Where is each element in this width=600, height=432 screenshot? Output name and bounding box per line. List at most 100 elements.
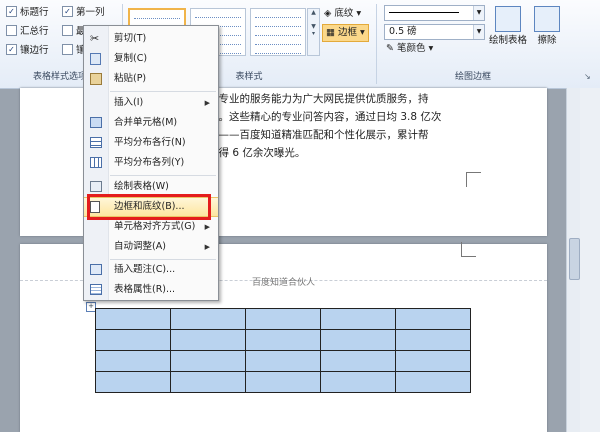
borders-icon: ▦ (326, 27, 335, 38)
table-cell[interactable] (245, 329, 321, 351)
checkbox-unchecked-icon (6, 25, 17, 36)
draw-borders-group-label: 绘图边框 (454, 72, 491, 82)
table-cell[interactable] (245, 350, 321, 372)
menu-item-label: 平均分布各行(N) (114, 137, 186, 148)
draw-table-label: 绘制表格 (488, 35, 527, 46)
menu-item-copy[interactable]: 复制(C) (84, 49, 218, 69)
menu-item-label: 插入题注(C)... (114, 264, 176, 275)
checkbox-checked-icon: ✓ (62, 6, 73, 17)
merge-cells-icon (90, 117, 102, 128)
menu-item-label: 平均分布各列(Y) (114, 157, 185, 168)
chevron-down-icon: ▼ (473, 25, 484, 39)
paste-icon (90, 73, 102, 85)
menu-item-distribute-rows[interactable]: 平均分布各行(N) (84, 133, 218, 153)
table-cell[interactable] (95, 350, 171, 372)
table-cell[interactable] (320, 329, 396, 351)
eraser-label: 擦除 (537, 35, 557, 46)
checkbox-checked-icon: ✓ (6, 44, 17, 55)
pen-weight-value: 0.5 磅 (389, 26, 417, 37)
paragraph-line: 容。这些精心的专业问答内容，通过日均 3.8 亿次 (208, 111, 442, 123)
checkbox-unchecked-icon (62, 25, 73, 36)
copy-icon (90, 53, 101, 65)
crop-mark (461, 242, 476, 257)
scrollbar-thumb[interactable] (569, 238, 580, 280)
submenu-arrow-icon: ▶ (204, 99, 210, 107)
table-cell[interactable] (95, 371, 171, 393)
banded-columns-checkbox[interactable]: 镶 (62, 44, 86, 58)
highlight-annotation-box (87, 194, 211, 220)
table-cell[interactable] (245, 371, 321, 393)
paragraph-line: 和专业的服务能力为广大网民提供优质服务，持 (208, 93, 429, 105)
first-column-checkbox[interactable]: ✓ 第一列 (62, 6, 105, 20)
borders-button[interactable]: ▦ 边框 ▾ (322, 24, 369, 42)
table-cell[interactable] (320, 350, 396, 372)
side-ruler (580, 88, 600, 432)
distribute-columns-icon (90, 157, 102, 168)
distribute-rows-icon (90, 137, 102, 148)
menu-item-insert[interactable]: 插入(I) ▶ (84, 93, 218, 113)
menu-item-label: 表格属性(R)... (114, 284, 176, 295)
banded-rows-checkbox[interactable]: ✓ 镶边行 (6, 44, 49, 58)
checkbox-label: 标题行 (20, 7, 49, 18)
pen-color-label: 笔颜色 (397, 43, 426, 54)
shading-label: 底纹 (334, 8, 354, 19)
menu-item-cell-alignment[interactable]: 单元格对齐方式(G) ▶ (84, 217, 218, 237)
vertical-scrollbar[interactable] (566, 88, 581, 432)
draw-table-icon (495, 6, 521, 32)
paint-bucket-icon: ◈ (324, 8, 332, 19)
table-style-thumbnail[interactable] (250, 8, 306, 56)
scissors-icon: ✂ (90, 32, 100, 45)
menu-item-distribute-columns[interactable]: 平均分布各列(Y) (84, 153, 218, 173)
table-properties-icon (90, 284, 102, 295)
table-cell[interactable] (170, 308, 246, 330)
menu-item-cut[interactable]: ✂ 剪切(T) (84, 29, 218, 49)
eraser-icon (534, 6, 560, 32)
menu-item-autofit[interactable]: 自动调整(A) ▶ (84, 237, 218, 257)
pen-color-icon: ✎ (386, 43, 394, 54)
table-cell[interactable] (395, 371, 471, 393)
menu-separator (110, 91, 216, 92)
shading-button[interactable]: ◈ 底纹 ▾ (324, 6, 361, 22)
menu-item-paste[interactable]: 粘贴(P) (84, 69, 218, 89)
menu-item-label: 复制(C) (114, 53, 148, 64)
menu-item-insert-caption[interactable]: 插入题注(C)... (84, 260, 218, 280)
menu-item-label: 剪切(T) (114, 33, 147, 44)
style-gallery-scroll[interactable]: ▲ ▼ ▾ (307, 8, 320, 56)
group-divider (376, 4, 377, 84)
menu-item-merge-cells[interactable]: 合并单元格(M) (84, 113, 218, 133)
context-menu: ✂ 剪切(T) 复制(C) 粘贴(P) 插入(I) ▶ 合并单元格(M) 平均分布各… (83, 25, 219, 301)
table-cell[interactable] (95, 308, 171, 330)
table-cell[interactable] (320, 371, 396, 393)
pen-style-select[interactable]: ▼ (384, 5, 485, 21)
menu-item-label: 单元格对齐方式(G) (114, 221, 196, 232)
table-cell[interactable] (95, 329, 171, 351)
document-table[interactable] (95, 308, 471, 393)
table-cell[interactable] (170, 350, 246, 372)
table-cell[interactable] (245, 308, 321, 330)
submenu-arrow-icon: ▶ (204, 243, 210, 251)
menu-item-table-properties[interactable]: 表格属性(R)... (84, 280, 218, 300)
table-cell[interactable] (170, 329, 246, 351)
table-cell[interactable] (320, 308, 396, 330)
chevron-down-icon: ▼ (473, 6, 484, 20)
menu-separator (110, 175, 216, 176)
dialog-launcher-icon[interactable]: ↘ (584, 72, 591, 81)
menu-item-label: 粘贴(P) (114, 73, 147, 84)
submenu-arrow-icon: ▶ (204, 223, 210, 231)
pen-weight-select[interactable]: 0.5 磅 ▼ (384, 24, 485, 40)
table-cell[interactable] (395, 308, 471, 330)
draw-table-button[interactable]: 绘制表格 (486, 6, 530, 47)
header-row-checkbox[interactable]: ✓ 标题行 (6, 6, 49, 20)
eraser-button[interactable]: 擦除 (532, 6, 562, 47)
menu-item-label: 合并单元格(M) (114, 117, 178, 128)
table-cell[interactable] (395, 350, 471, 372)
last-column-checkbox[interactable]: 最 (62, 25, 86, 39)
checkbox-label: 第一列 (76, 7, 105, 18)
pen-color-button[interactable]: ✎ 笔颜色 ▾ (386, 41, 433, 57)
total-row-checkbox[interactable]: 汇总行 (6, 25, 49, 39)
paragraph-line: 获得 6 亿余次曝光。 (208, 147, 306, 159)
menu-item-label: 插入(I) (114, 97, 144, 108)
table-cell[interactable] (170, 371, 246, 393)
checkbox-unchecked-icon (62, 44, 73, 55)
table-cell[interactable] (395, 329, 471, 351)
